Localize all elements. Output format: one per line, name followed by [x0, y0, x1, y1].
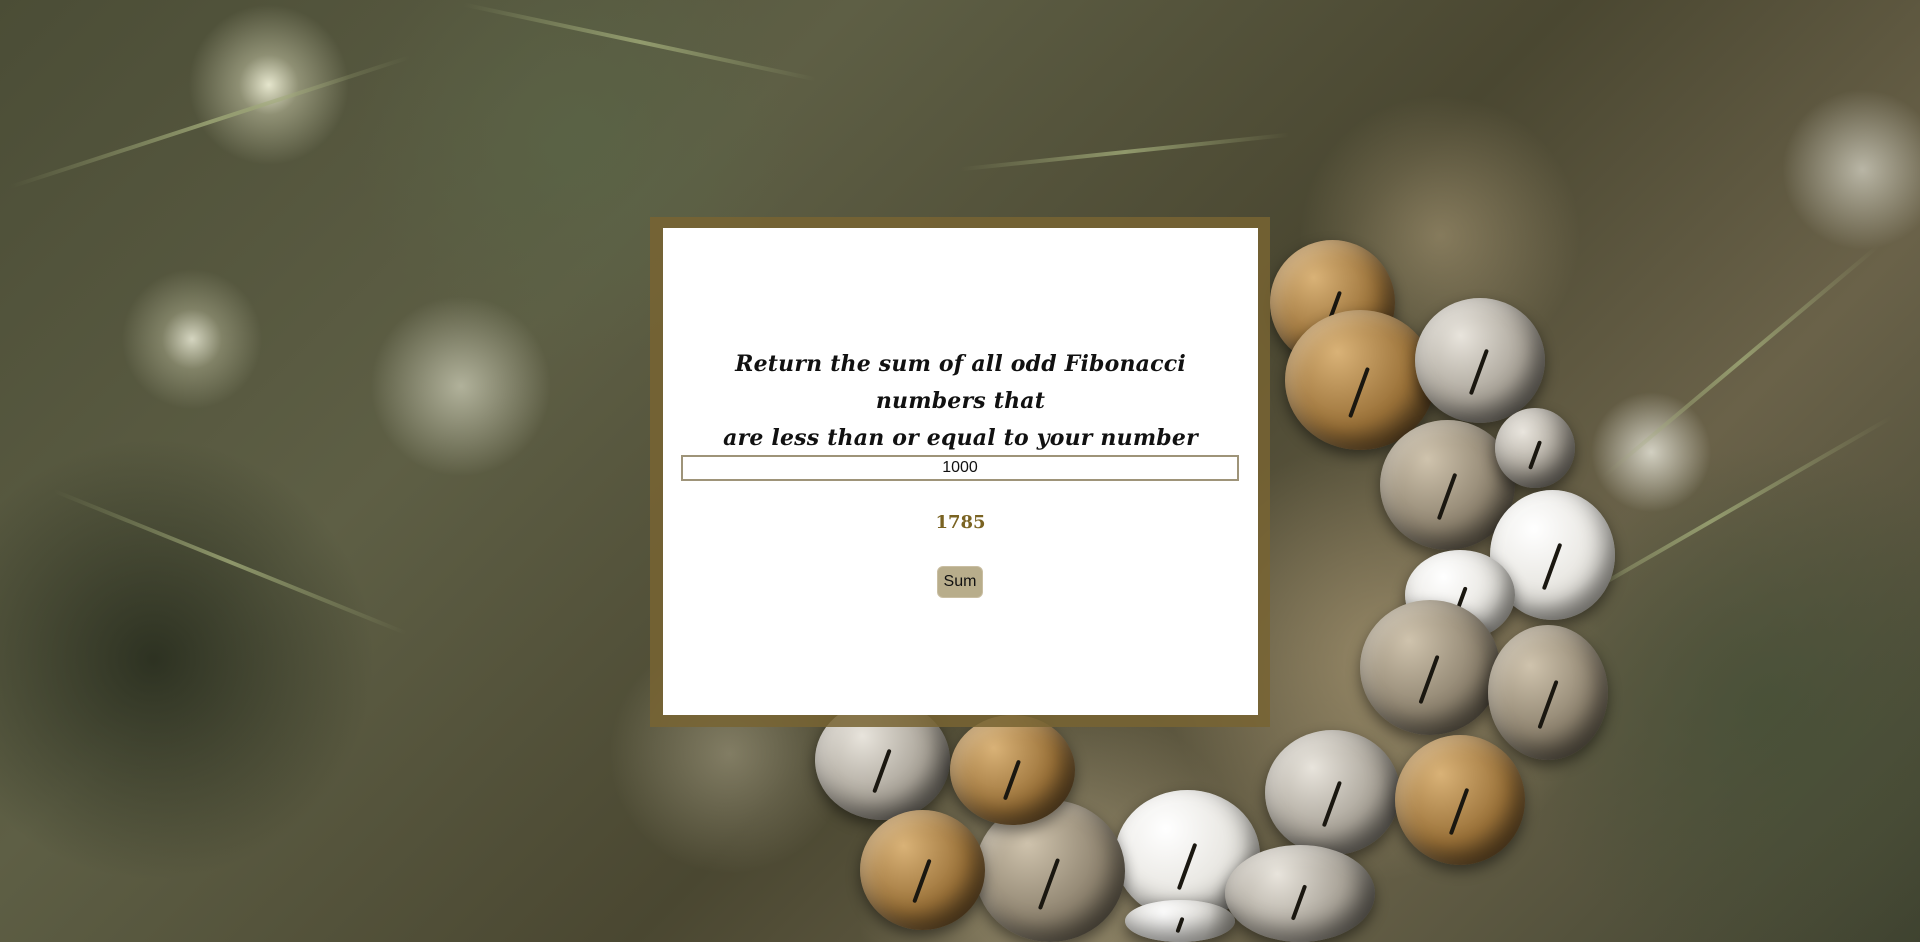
fibonacci-card: Return the sum of all odd Fibonacci numb… — [663, 228, 1258, 715]
prompt-line-2: are less than or equal to your number — [723, 425, 1198, 451]
prompt-line-1: Return the sum of all odd Fibonacci numb… — [735, 351, 1186, 414]
number-input[interactable] — [681, 455, 1239, 481]
result-value: 1785 — [935, 512, 986, 533]
sum-button[interactable]: Sum — [937, 566, 983, 598]
prompt-text: Return the sum of all odd Fibonacci numb… — [703, 346, 1218, 457]
